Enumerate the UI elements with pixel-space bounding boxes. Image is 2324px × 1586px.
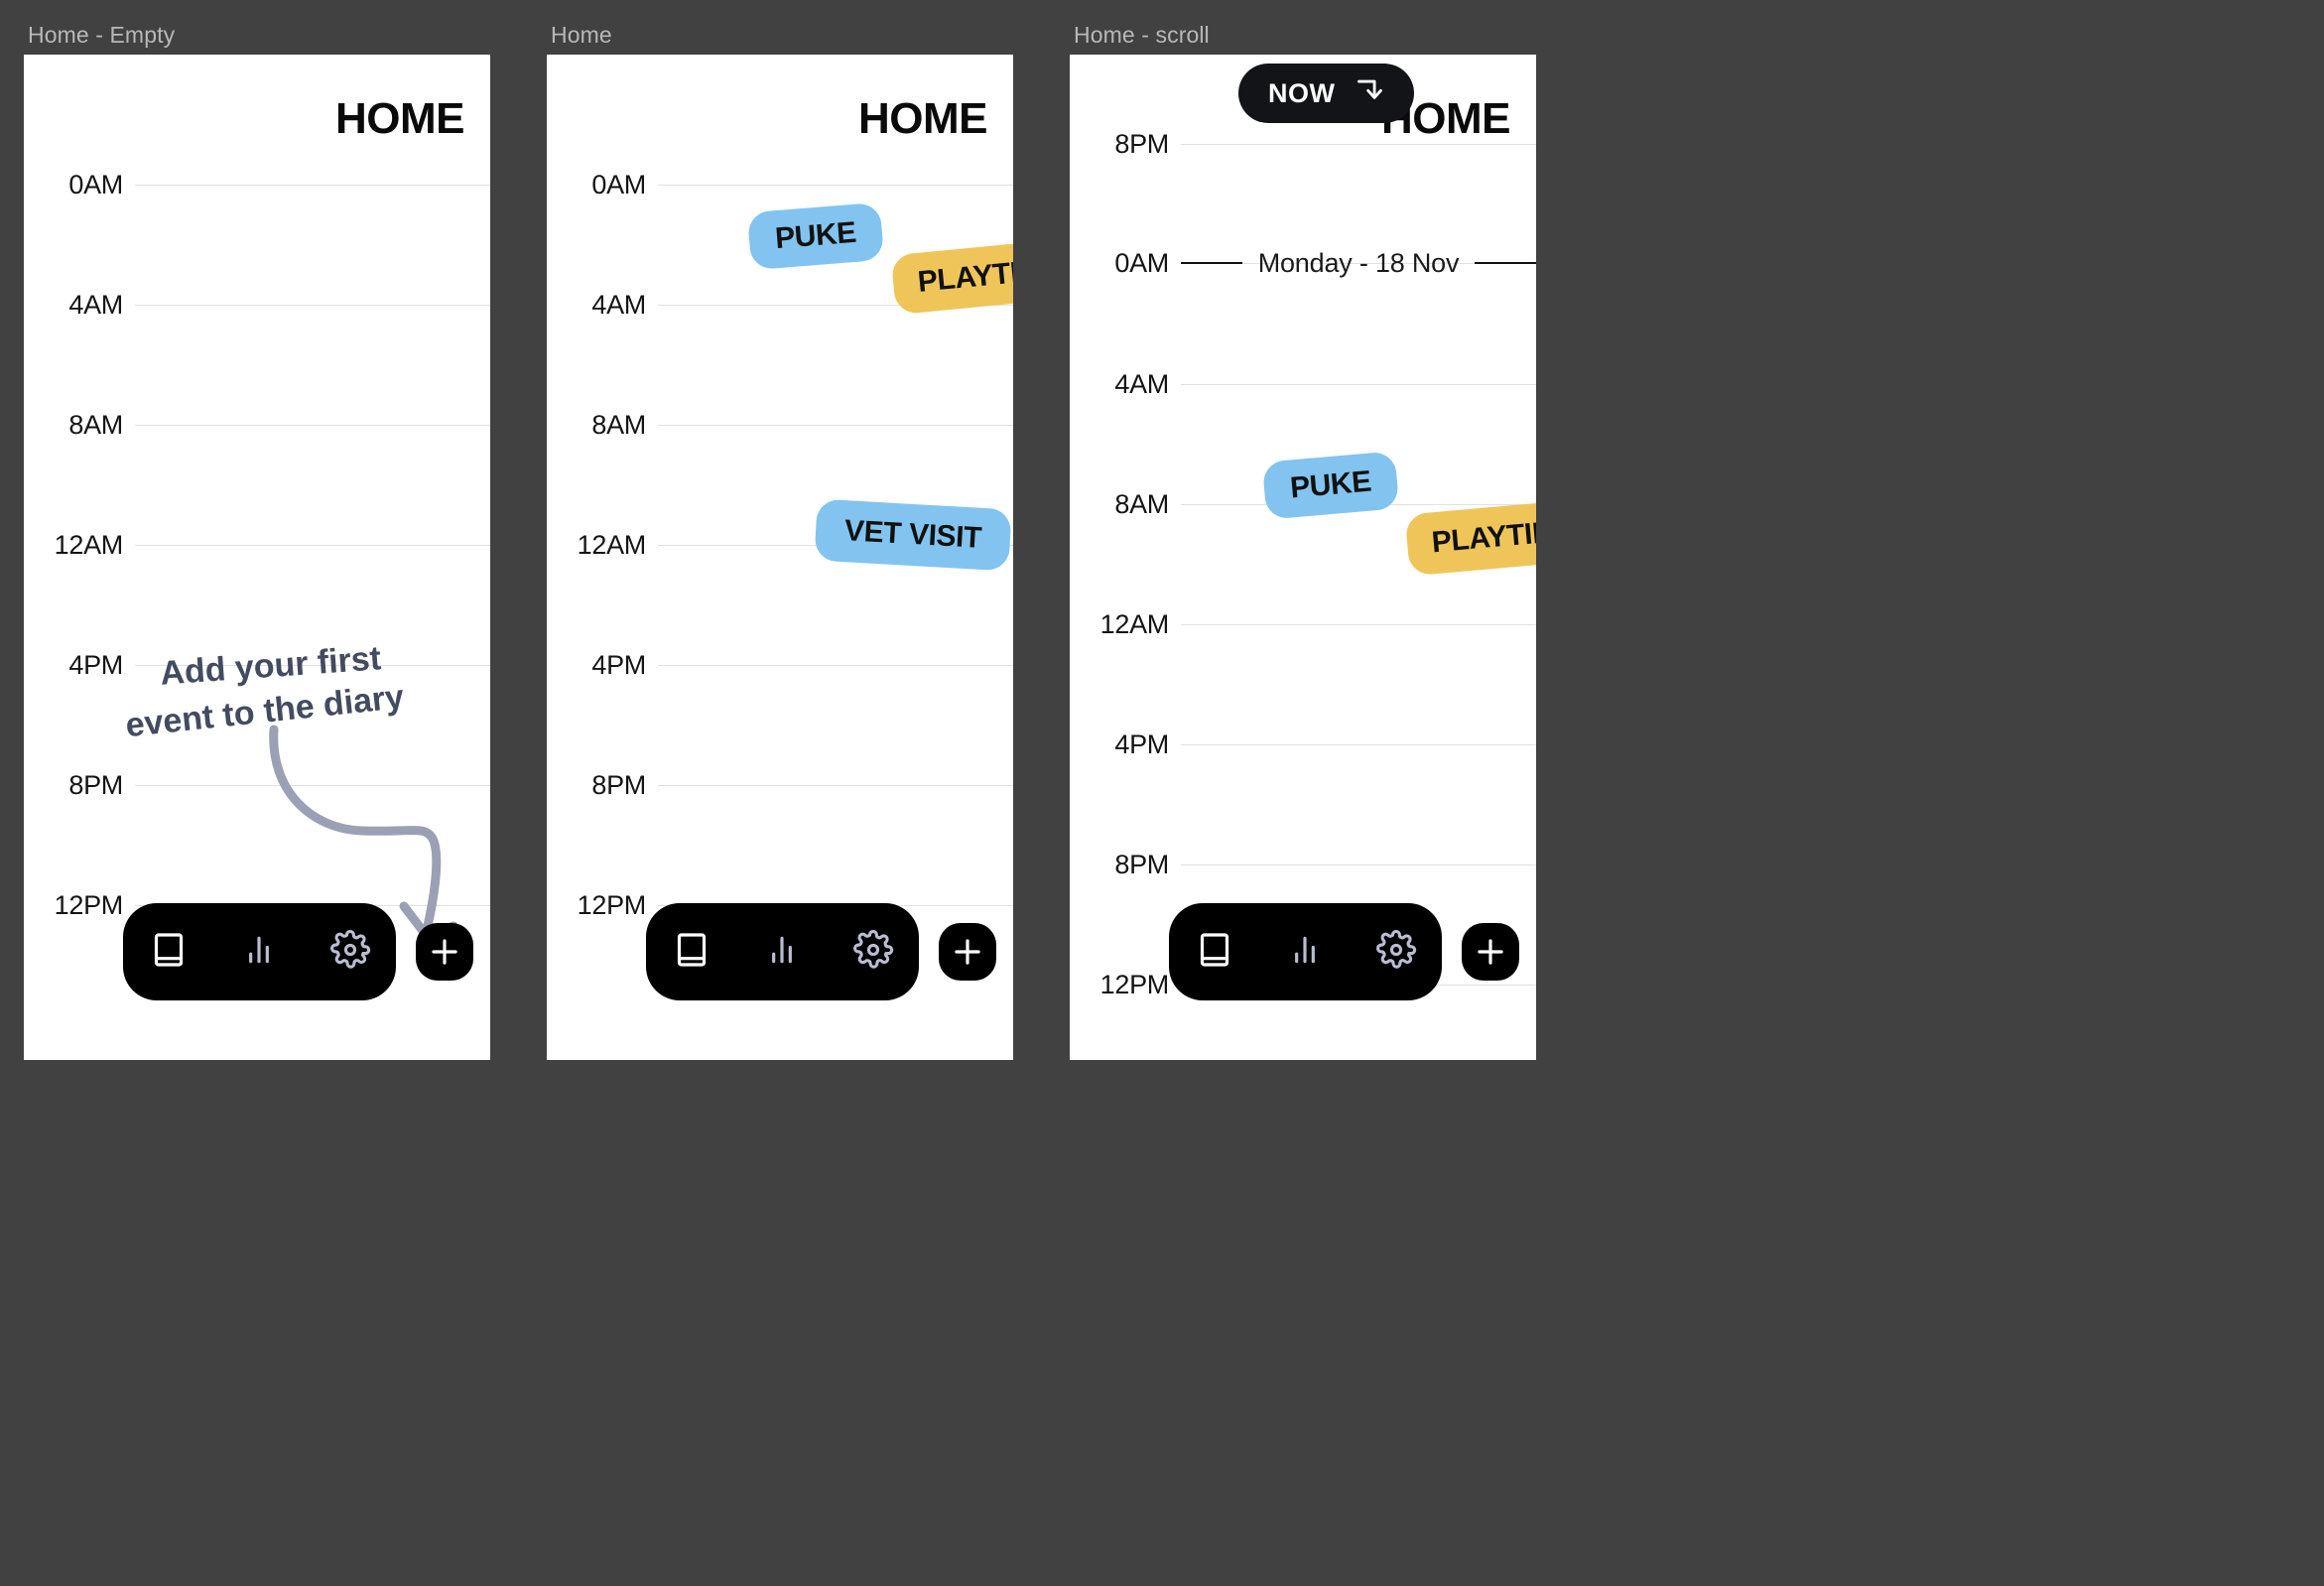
event-chip[interactable]: PLAYTIME <box>890 236 1013 316</box>
nav-stats[interactable] <box>745 915 819 989</box>
hour-label: 8PM <box>1114 128 1169 159</box>
hour-gridline <box>135 544 490 546</box>
event-chip[interactable]: PUKE <box>1261 451 1400 520</box>
bar-chart-icon <box>1285 930 1325 975</box>
hour-label: 12AM <box>54 529 124 560</box>
phone-frame-3: Home - scroll HOME 8PM 0AM 4AM 8AM 12AM 4PM 8PM 1… <box>1070 0 1536 1586</box>
event-chip[interactable]: PLAYTIME <box>1404 497 1536 577</box>
hour-label: 8AM <box>68 409 123 440</box>
hour-gridline <box>1181 743 1536 745</box>
hour-label: 4AM <box>68 289 123 320</box>
hour-gridline <box>1181 143 1536 145</box>
hour-label: 8PM <box>1114 849 1169 879</box>
bottom-navigation-bar[interactable] <box>646 903 919 1000</box>
hour-gridline <box>1181 383 1536 385</box>
nav-diary[interactable] <box>1178 915 1251 989</box>
app-screen: HOME8PM0AM4AM8AM12AM4PM8PM12PM0AMMonday … <box>1070 55 1536 1060</box>
nav-diary[interactable] <box>132 915 205 989</box>
hour-label: 12AM <box>577 529 647 560</box>
app-screen: HOME 0AM 4AM 8AM 12AM 4PM 8PM 12PM Add your firs… <box>24 55 490 1060</box>
hour-label: 0AM <box>591 169 646 199</box>
now-button-label: NOW <box>1268 77 1336 108</box>
nav-settings[interactable] <box>314 915 387 989</box>
hour-label: 4PM <box>591 649 646 680</box>
hour-label: 4AM <box>1114 368 1169 399</box>
hour-label: 12PM <box>577 889 647 920</box>
plus-icon <box>1472 933 1509 971</box>
hour-gridline <box>1181 623 1536 625</box>
bar-chart-icon <box>762 930 802 975</box>
hour-gridline <box>658 784 1013 786</box>
hour-gridline <box>658 664 1013 666</box>
frame-title: Home <box>551 22 612 48</box>
plus-icon <box>426 933 463 971</box>
arrow-turn-down-icon <box>1351 74 1384 113</box>
hour-gridline <box>1181 863 1536 865</box>
day-divider-line-right <box>1475 262 1536 264</box>
gear-icon <box>329 929 371 976</box>
nav-settings[interactable] <box>837 915 910 989</box>
hour-label: 4AM <box>591 289 646 320</box>
bottom-navigation-bar[interactable] <box>123 903 396 1000</box>
app-screen: HOME 0AM 4AM 8AM 12AM 4PM 8PM 12PM PUKE PLAYTIME V… <box>547 55 1013 1060</box>
empty-state-hint: Add your first event to the diary <box>124 639 411 744</box>
hour-label: 8AM <box>591 409 646 440</box>
bar-chart-icon <box>239 930 279 975</box>
hour-gridline <box>135 304 490 306</box>
hour-label: 12AM <box>1099 608 1170 639</box>
phone-frame-2: Home HOME 0AM 4AM 8AM 12AM 4PM 8PM 12PM PUKE PLAYT… <box>547 0 1013 1586</box>
hour-gridline <box>658 424 1013 426</box>
hour-label: 8AM <box>1114 488 1169 519</box>
hour-label: 0AM <box>68 169 123 199</box>
add-event-button[interactable] <box>416 923 473 981</box>
hour-label: 12PM <box>54 889 124 920</box>
phone-frame-1: Home - Empty HOME 0AM 4AM 8AM 12AM 4PM 8PM 12PM A… <box>24 0 490 1586</box>
nav-stats[interactable] <box>1268 915 1342 989</box>
jump-to-now-button[interactable]: NOW <box>1238 64 1415 123</box>
hour-gridline <box>135 184 490 186</box>
hour-label: 0AM <box>1114 247 1169 278</box>
day-divider-label: Monday - 18 Nov <box>1257 247 1460 278</box>
add-event-button[interactable] <box>1462 923 1519 981</box>
nav-stats[interactable] <box>222 915 296 989</box>
frame-title: Home - scroll <box>1074 22 1210 48</box>
plus-icon <box>949 933 986 971</box>
event-chip[interactable]: VET VISIT <box>814 498 1012 572</box>
hour-gridline <box>658 184 1013 186</box>
hour-label: 8PM <box>68 769 123 800</box>
diary-book-icon <box>149 930 189 975</box>
frame-title: Home - Empty <box>28 22 176 48</box>
hour-label: 12PM <box>1099 969 1170 999</box>
bottom-navigation-bar[interactable] <box>1169 903 1442 1000</box>
screenshot-board: Home - Empty HOME 0AM 4AM 8AM 12AM 4PM 8PM 12PM A… <box>0 0 2324 1586</box>
hour-label: 4PM <box>68 649 123 680</box>
day-divider-line-left <box>1181 262 1242 264</box>
hour-gridline <box>135 424 490 426</box>
hour-label: 4PM <box>1114 728 1169 759</box>
diary-book-icon <box>1195 930 1234 975</box>
nav-diary[interactable] <box>655 915 728 989</box>
gear-icon <box>852 929 894 976</box>
add-event-button[interactable] <box>939 923 996 981</box>
nav-settings[interactable] <box>1359 915 1433 989</box>
diary-book-icon <box>672 930 711 975</box>
gear-icon <box>1375 929 1417 976</box>
hour-label: 8PM <box>591 769 646 800</box>
event-chip[interactable]: PUKE <box>746 201 885 271</box>
